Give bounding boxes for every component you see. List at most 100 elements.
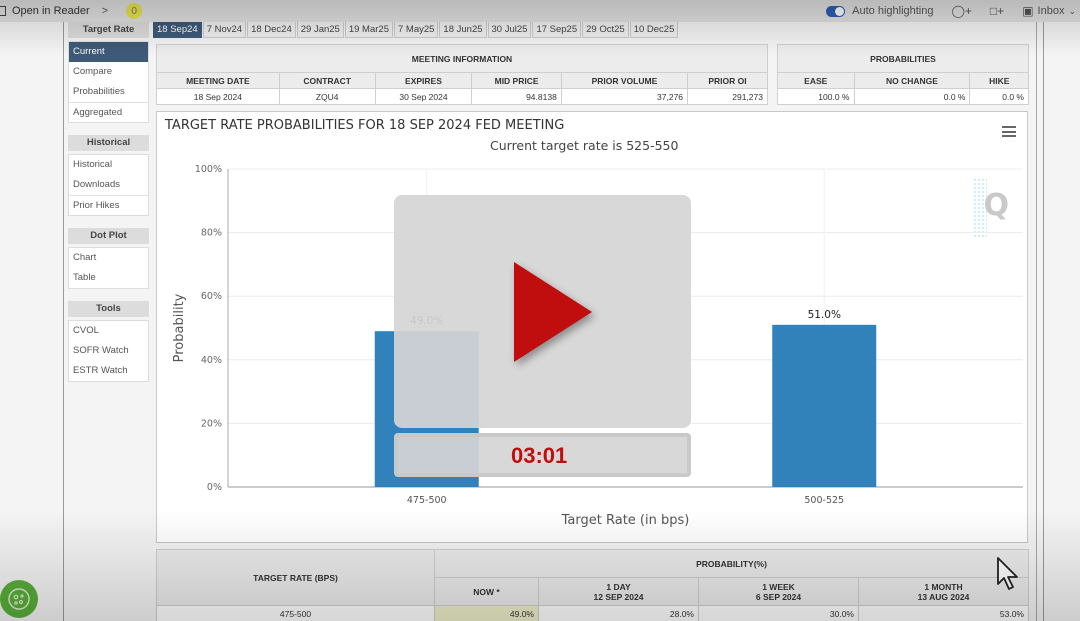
sidebar-item-estr-watch[interactable]: ESTR Watch xyxy=(69,361,148,381)
header-hike: HIKE xyxy=(969,72,1029,89)
meeting-information-title: MEETING INFORMATION xyxy=(156,44,768,73)
expires-value: 30 Sep 2024 xyxy=(374,88,473,105)
reader-icon xyxy=(0,6,6,16)
no-change-value: 0.0 % xyxy=(853,88,971,105)
table-row: 475-500 49.0% 28.0% 30.0% 53.0% xyxy=(156,605,1029,621)
tab-18-sep24[interactable]: 18 Sep24 xyxy=(153,21,202,38)
y-tick-label: 20% xyxy=(201,418,222,429)
sidebar-item-probabilities[interactable]: Probabilities xyxy=(69,82,148,102)
tab-18-dec24[interactable]: 18 Dec24 xyxy=(247,21,296,38)
video-timestamp-box: 03:01 xyxy=(394,433,691,477)
header-1-day-date: 12 SEP 2024 xyxy=(593,591,644,602)
inbox-icon: ▣ xyxy=(1022,4,1034,18)
inbox-dropdown[interactable]: Inbox xyxy=(1038,5,1065,17)
sidebar-item-compare[interactable]: Compare xyxy=(69,62,148,82)
chevron-down-icon[interactable]: ⌄ xyxy=(1068,6,1076,17)
meeting-information-table: MEETING INFORMATION MEETING DATE CONTRAC… xyxy=(156,44,768,105)
tab-18-jun25[interactable]: 18 Jun25 xyxy=(439,21,487,38)
page-frame-left xyxy=(63,22,64,621)
1-month-cell: 53.0% xyxy=(858,605,1029,621)
y-tick-label: 60% xyxy=(201,291,222,302)
tab-7-may25[interactable]: 7 May25 xyxy=(393,21,439,38)
sidebar-item-downloads[interactable]: Downloads xyxy=(69,175,148,195)
y-axis-title: Probability xyxy=(172,293,187,362)
ease-value: 100.0 % xyxy=(777,88,855,105)
auto-highlighting-label: Auto highlighting xyxy=(852,5,934,17)
tab-29-oct25[interactable]: 29 Oct25 xyxy=(582,21,629,38)
meeting-date-value: 18 Sep 2024 xyxy=(156,88,280,105)
sidebar-group-dot-plot: Chart Table xyxy=(68,247,149,289)
reader-toolbar: Open in Reader > 0 Auto highlighting ◯+ … xyxy=(0,0,1080,22)
tab-29-jan25[interactable]: 29 Jan25 xyxy=(296,21,344,38)
header-1-week-date: 6 SEP 2024 xyxy=(755,591,802,602)
tab-17-sep25[interactable]: 17 Sep25 xyxy=(532,21,582,38)
sidebar-item-aggregated[interactable]: Aggregated xyxy=(69,102,148,122)
contract-value: ZQU4 xyxy=(278,88,376,105)
auto-highlighting-toggle[interactable] xyxy=(826,5,846,17)
sidebar-group-historical: Historical Downloads Prior Hikes xyxy=(68,154,149,216)
count-badge[interactable]: 0 xyxy=(126,3,143,19)
sidebar: Target Rate Current Compare Probabilitie… xyxy=(68,22,149,394)
y-tick-label: 80% xyxy=(201,228,222,239)
tab-30-jul25[interactable]: 30 Jul25 xyxy=(487,21,532,38)
sidebar-item-current[interactable]: Current xyxy=(69,42,148,62)
header-meeting-date: MEETING DATE xyxy=(156,72,280,89)
tag-plus-icon[interactable]: ◯+ xyxy=(951,4,971,18)
prior-volume-value: 37,276 xyxy=(560,88,689,105)
bar-500-525 xyxy=(772,324,877,487)
page-frame-right xyxy=(1036,22,1037,621)
sidebar-heading-dot-plot: Dot Plot xyxy=(68,228,149,244)
header-now-label: NOW * xyxy=(473,586,500,597)
table-row: 100.0 % 0.0 % 0.0 % xyxy=(777,88,1029,105)
header-1-day: 1 DAY 12 SEP 2024 xyxy=(538,577,699,606)
meeting-date-tabs: 18 Sep24 7 Nov24 18 Dec24 29 Jan25 19 Ma… xyxy=(153,21,679,38)
sidebar-item-historical[interactable]: Historical xyxy=(69,155,148,175)
cookie-settings-button[interactable] xyxy=(0,580,38,618)
cookie-icon xyxy=(8,588,30,610)
header-1-month-date: 13 AUG 2024 xyxy=(917,591,970,602)
hike-value: 0.0 % xyxy=(969,88,1029,105)
probabilities-table: PROBABILITIES EASE NO CHANGE HIKE 100.0 … xyxy=(777,44,1029,105)
sidebar-item-table[interactable]: Table xyxy=(69,268,148,288)
video-play-overlay[interactable] xyxy=(394,195,691,428)
sidebar-item-chart[interactable]: Chart xyxy=(69,248,148,268)
sidebar-item-cvol[interactable]: CVOL xyxy=(69,321,148,341)
sidebar-item-sofr-watch[interactable]: SOFR Watch xyxy=(69,341,148,361)
header-prior-oi: PRIOR OI xyxy=(687,72,768,89)
scrollbar-track[interactable] xyxy=(1043,22,1044,621)
table-row: 18 Sep 2024 ZQU4 30 Sep 2024 94.8138 37,… xyxy=(156,88,768,105)
now-cell: 49.0% xyxy=(434,605,539,621)
open-in-reader-link[interactable]: Open in Reader xyxy=(12,5,90,17)
mid-price-value: 94.8138 xyxy=(471,88,562,105)
header-contract: CONTRACT xyxy=(278,72,376,89)
comment-plus-icon[interactable]: □+ xyxy=(990,4,1004,18)
sidebar-heading-tools: Tools xyxy=(68,301,149,317)
sidebar-group-tools: CVOL SOFR Watch ESTR Watch xyxy=(68,320,149,382)
data-label: 51.0% xyxy=(808,309,841,321)
sidebar-heading-target-rate: Target Rate xyxy=(68,22,149,38)
target-rate-probability-table: TARGET RATE (BPS) PROBABILITY(%) NOW * 1… xyxy=(156,549,1029,621)
chevron-right-icon[interactable]: > xyxy=(102,5,108,17)
1-day-cell: 28.0% xyxy=(538,605,699,621)
header-target-rate-bps: TARGET RATE (BPS) xyxy=(156,549,435,606)
header-1-week-label: 1 WEEK xyxy=(762,581,795,592)
1-week-cell: 30.0% xyxy=(698,605,859,621)
tab-10-dec25[interactable]: 10 Dec25 xyxy=(629,21,679,38)
prior-oi-value: 291,273 xyxy=(687,88,768,105)
header-no-change: NO CHANGE xyxy=(853,72,971,89)
mouse-cursor-icon xyxy=(997,557,1018,590)
video-timestamp: 03:01 xyxy=(511,443,568,468)
tab-7-nov24[interactable]: 7 Nov24 xyxy=(202,21,247,38)
play-icon[interactable] xyxy=(514,262,592,362)
tab-19-mar25[interactable]: 19 Mar25 xyxy=(344,21,393,38)
x-tick-label: 500-525 xyxy=(804,495,844,506)
header-1-day-label: 1 DAY xyxy=(606,581,631,592)
header-1-week: 1 WEEK 6 SEP 2024 xyxy=(698,577,859,606)
header-now: NOW * xyxy=(434,577,539,606)
probabilities-title: PROBABILITIES xyxy=(777,44,1029,73)
sidebar-item-prior-hikes[interactable]: Prior Hikes xyxy=(69,195,148,215)
sidebar-heading-historical: Historical xyxy=(68,135,149,151)
header-ease: EASE xyxy=(777,72,855,89)
x-axis-title: Target Rate (in bps) xyxy=(561,513,690,528)
y-tick-label: 40% xyxy=(201,355,222,366)
